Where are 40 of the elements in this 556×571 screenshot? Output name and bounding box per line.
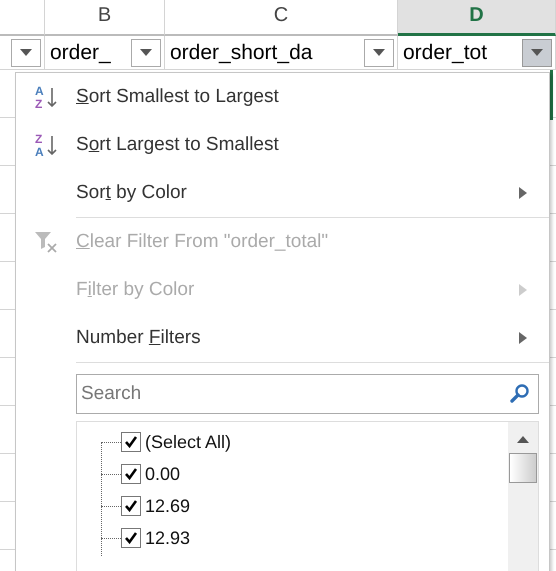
checkbox[interactable] — [121, 496, 141, 516]
menu-item-label: Sort by Color — [76, 182, 188, 204]
scroll-up-arrow-icon — [517, 436, 529, 443]
clear-filter-icon — [33, 230, 59, 254]
column-header[interactable]: B — [45, 0, 165, 36]
filter-dropdown-button[interactable] — [11, 38, 41, 66]
menu-item-label: Sort Largest to Smallest — [76, 134, 280, 156]
menu-item-label: Sort Smallest to Largest — [76, 86, 280, 108]
menu-item-label: Number Filters — [76, 327, 202, 349]
column-header[interactable]: D — [398, 0, 556, 36]
filter-dropdown-button[interactable] — [522, 38, 552, 66]
caret-icon — [140, 49, 152, 56]
header-cell: order_ — [50, 40, 111, 64]
caret-icon — [373, 49, 385, 56]
caret-icon — [20, 49, 32, 56]
submenu-arrow-icon — [519, 332, 527, 344]
menu-item[interactable]: Number Filters — [16, 314, 549, 362]
menu-item[interactable]: Z A Sort Largest to Smallest — [16, 121, 549, 169]
menu-item-label: Filter by Color — [76, 279, 196, 301]
value-label: 12.69 — [145, 496, 190, 516]
submenu-arrow-icon — [519, 284, 527, 296]
checkbox[interactable] — [121, 528, 141, 548]
value-label: 0.00 — [145, 464, 180, 484]
header-cell: order_tot — [403, 40, 488, 64]
scrollbar[interactable] — [508, 422, 538, 571]
checkbox[interactable] — [121, 464, 141, 484]
value-label: (Select All) — [145, 432, 232, 452]
search-icon — [509, 383, 531, 405]
search-field[interactable]: Search — [76, 374, 539, 414]
filter-dropdown-button[interactable] — [364, 38, 394, 66]
value-label: 12.93 — [145, 528, 190, 548]
header-cell: order_short_da — [170, 40, 312, 64]
menu-item-label: Clear Filter From "order_total" — [76, 231, 330, 253]
menu-item[interactable]: A Z Sort Smallest to Largest — [16, 73, 549, 121]
scrollbar-thumb[interactable] — [509, 453, 537, 483]
caret-icon — [531, 49, 543, 56]
submenu-arrow-icon — [519, 187, 527, 199]
filter-dropdown-button[interactable] — [131, 38, 161, 66]
menu-item[interactable]: Sort by Color — [16, 169, 549, 217]
checkbox[interactable] — [121, 432, 141, 452]
